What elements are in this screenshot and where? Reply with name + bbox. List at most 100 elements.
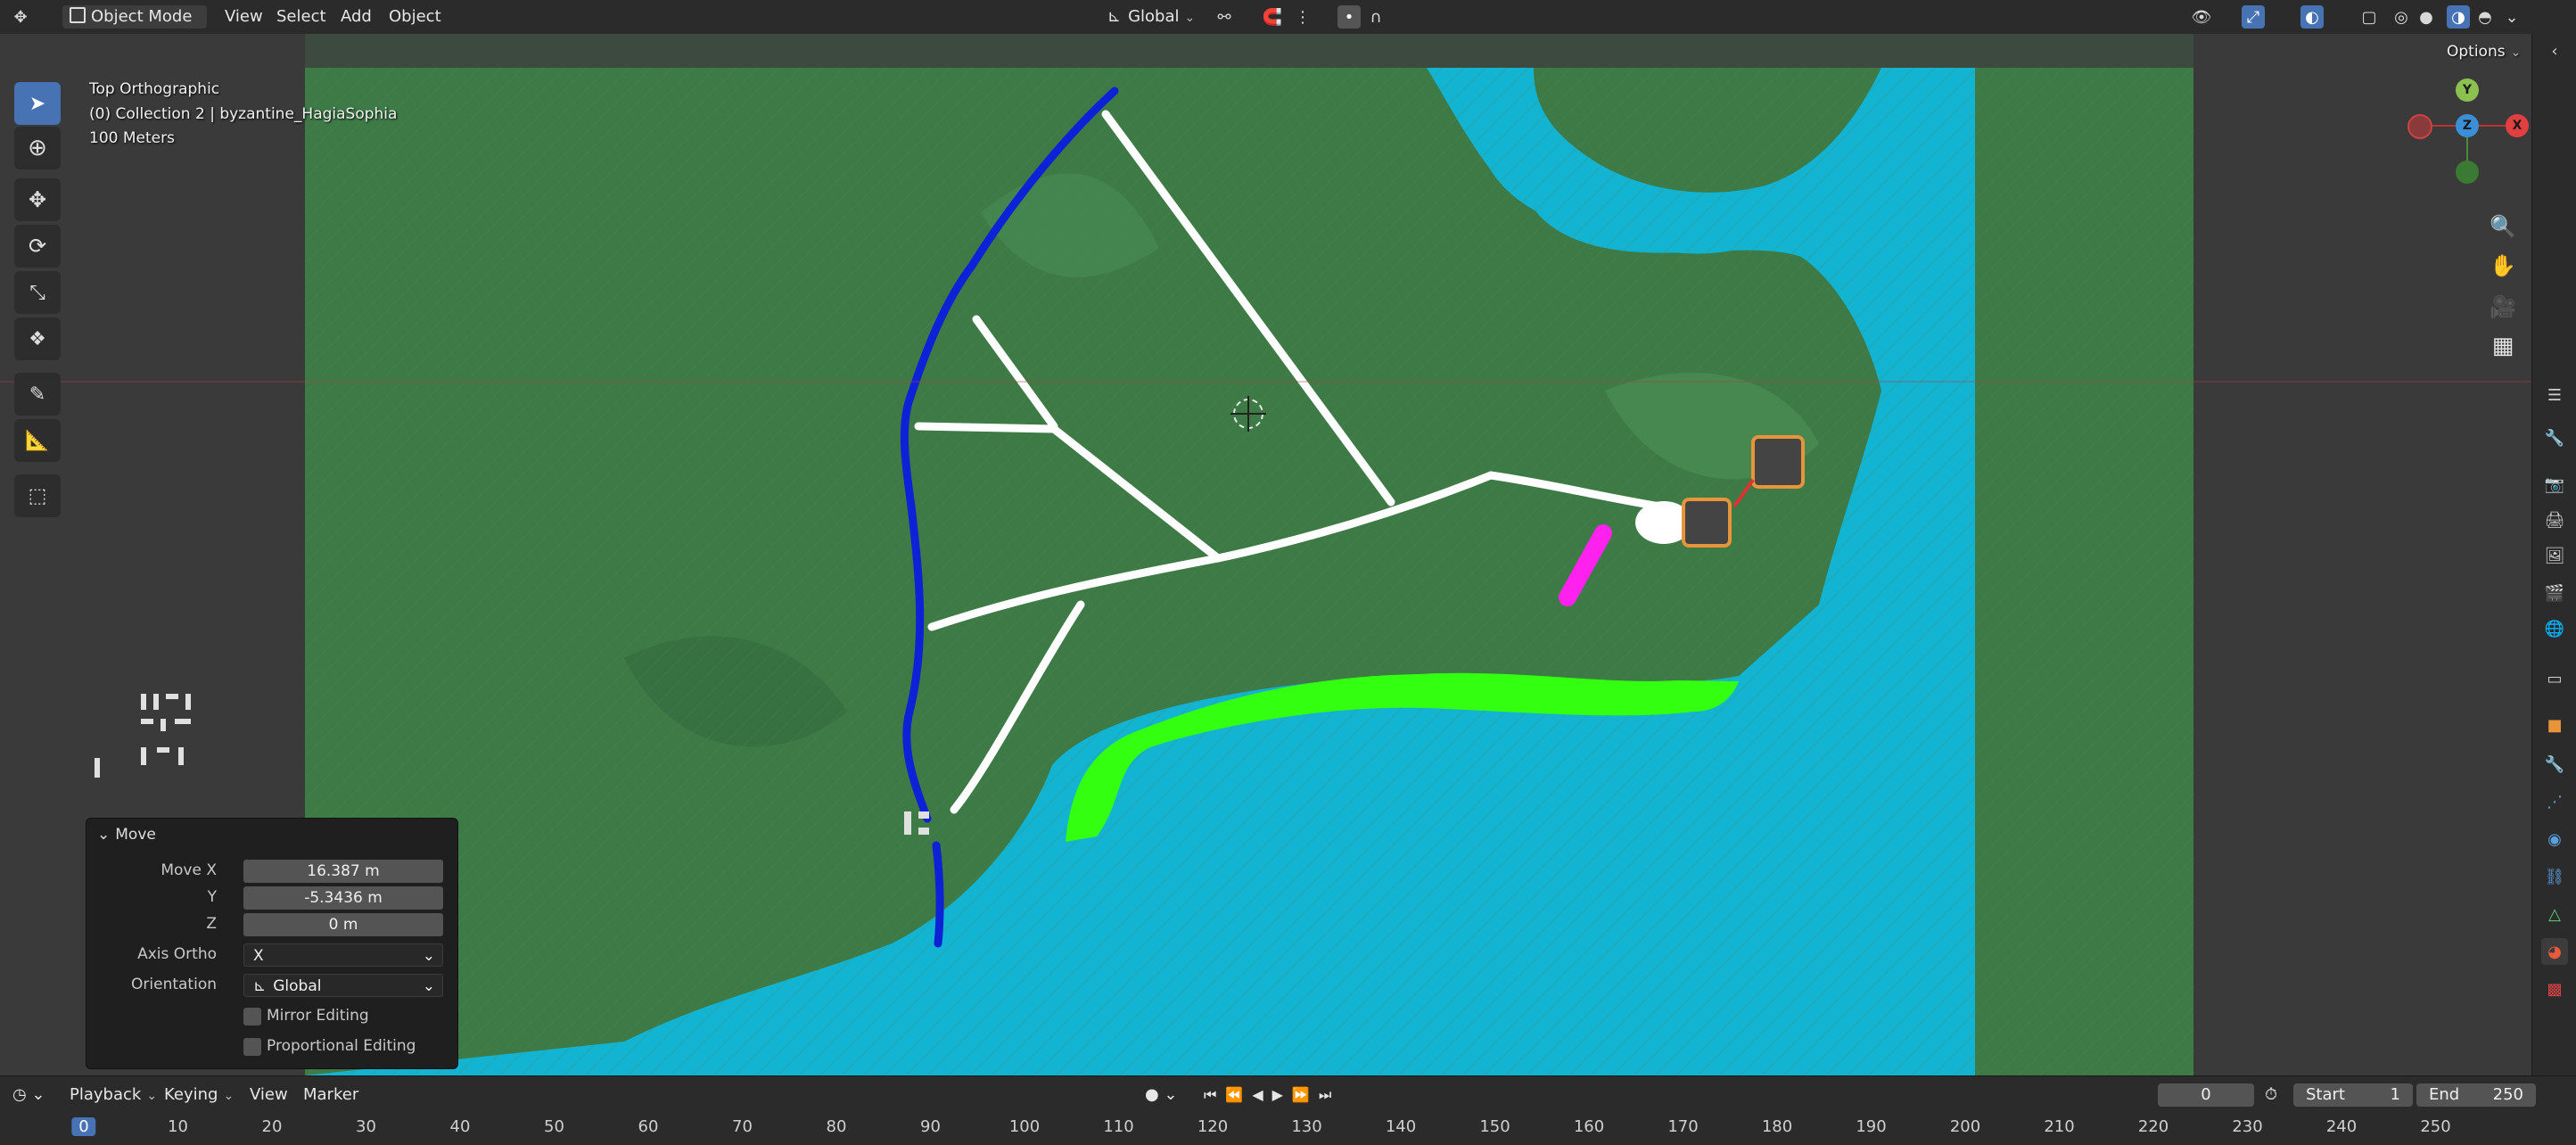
playback-label: Playback (70, 1085, 142, 1104)
options-dropdown[interactable]: Options ⌄ (2447, 43, 2521, 61)
navigation-gizmo[interactable]: Y Z X (2407, 78, 2531, 203)
move-operator-panel[interactable]: ⌄ Move Move X 16.387 m Y -5.3436 m Z 0 m … (86, 818, 458, 1069)
gizmo-toggle-icon[interactable]: ⤢ (2242, 5, 2265, 29)
cursor-tool-button[interactable]: ⊕ (14, 127, 61, 169)
texture-tab-icon[interactable]: ▩ (2541, 976, 2568, 1002)
collection-tab-icon[interactable]: ▭ (2541, 665, 2568, 692)
shading-options-icon[interactable]: ⌄ (2500, 5, 2523, 29)
render-tab-icon[interactable]: 📷 (2541, 471, 2568, 498)
frame-tick-label: 150 (1479, 1117, 1510, 1136)
menu-add[interactable]: Add (333, 5, 379, 29)
view-layer-tab-icon[interactable]: 🖼 (2541, 542, 2568, 569)
gizmo-neg-y-axis[interactable] (2456, 161, 2479, 184)
tool-tab-icon[interactable]: 🔧 (2541, 424, 2568, 451)
global-axes-icon: ⊾ (253, 977, 267, 995)
pivot-point-icon[interactable]: ⚯ (1213, 5, 1236, 29)
tool-settings-icon[interactable]: ☰ (2541, 382, 2568, 408)
output-tab-icon[interactable]: 🖨 (2541, 507, 2568, 533)
pan-button[interactable]: ✋ (2485, 248, 2521, 284)
move-tool-button[interactable]: ✥ (14, 178, 61, 221)
start-frame-field[interactable]: Start 1 (2293, 1083, 2413, 1107)
menu-view-timeline[interactable]: View (250, 1083, 288, 1107)
frame-tick-label: 10 (168, 1117, 188, 1136)
panel-header[interactable]: ⌄ Move (97, 826, 156, 844)
camera-view-button[interactable]: 🎥 (2485, 289, 2521, 325)
physics-tab-icon[interactable]: ◉ (2541, 826, 2568, 853)
snap-icon[interactable]: 🧲 (1261, 5, 1284, 29)
frame-ruler[interactable]: 0 10 20 30 40 50 60 70 80 90 100 110 120 130 140 150 160… (0, 1112, 2576, 1145)
menu-keying[interactable]: Keying ⌄ (164, 1083, 234, 1107)
rotate-tool-button[interactable]: ⟳ (14, 225, 61, 268)
measure-tool-button[interactable]: 📐 (14, 419, 61, 462)
cursor-arrow-icon: ➤ (29, 92, 46, 115)
data-tab-icon[interactable]: △ (2541, 901, 2568, 927)
timeline-editor-type-icon[interactable]: ◷ ⌄ (12, 1083, 45, 1107)
move-x-label: Move X (160, 861, 217, 879)
proportional-editing-icon[interactable]: • (1337, 5, 1361, 29)
frame-tick-label: 30 (356, 1117, 376, 1136)
view-name: Top Orthographic (89, 80, 220, 98)
modifiers-tab-icon[interactable]: 🔧 (2541, 751, 2568, 778)
ortho-toggle-button[interactable]: ▦ (2485, 328, 2521, 364)
playback-controls[interactable]: ⏮⏪◀▶⏩⏭ (1204, 1083, 1340, 1107)
gizmo-neg-x-axis[interactable] (2407, 114, 2432, 139)
axis-ortho-select[interactable]: X ⌄ (243, 943, 443, 967)
menu-marker[interactable]: Marker (303, 1083, 358, 1107)
collection-info: (0) Collection 2 | byzantine_HagiaSophia (89, 105, 398, 123)
proportional-editing-checkbox[interactable] (243, 1038, 261, 1056)
particles-tab-icon[interactable]: ⋰ (2541, 788, 2568, 815)
falloff-icon[interactable]: ∩ (1364, 5, 1387, 29)
object-tab-icon[interactable]: ■ (2541, 712, 2568, 738)
add-cube-tool-button[interactable]: ⬚ (14, 474, 61, 517)
chevron-down-icon: ⌄ (223, 1089, 235, 1103)
move-x-field[interactable]: 16.387 m (243, 860, 443, 883)
orientation-dropdown[interactable]: ⊾ Global ⌄ (1100, 5, 1207, 29)
current-frame-field[interactable]: 0 (2158, 1083, 2254, 1107)
material-tab-icon[interactable]: ◕ (2541, 938, 2568, 965)
properties-tab-strip: ‹ ☰ 🔧 📷 🖨 🖼 🎬 🌐 ▭ ■ 🔧 ⋰ ◉ ⛓ △ ◕ ▩ (2531, 34, 2576, 1075)
camera-icon: 🎥 (2490, 294, 2516, 319)
visibility-eye-icon[interactable]: 👁 (2190, 5, 2213, 29)
rendered-shading-icon[interactable]: ◓ (2473, 5, 2497, 29)
select-tool-button[interactable]: ➤ (14, 82, 61, 125)
xray-toggle-icon[interactable]: ▢ (2358, 5, 2381, 29)
constraints-tab-icon[interactable]: ⛓ (2541, 863, 2568, 890)
menu-select[interactable]: Select (269, 5, 333, 29)
scene-tab-icon[interactable]: 🎬 (2541, 580, 2568, 606)
wireframe-shading-icon[interactable]: ◎ (2390, 5, 2413, 29)
move-y-field[interactable]: -5.3436 m (243, 886, 443, 910)
object-mode-icon (70, 7, 86, 23)
frame-tick-label: 60 (638, 1117, 659, 1136)
scale-icon: ⤡ (29, 281, 45, 304)
overlays-toggle-icon[interactable]: ◐ (2300, 5, 2324, 29)
gizmo-y-axis[interactable]: Y (2456, 78, 2479, 102)
frame-tick-label: 80 (826, 1117, 847, 1136)
annotate-tool-button[interactable]: ✎ (14, 373, 61, 416)
axis-ortho-value: X (253, 947, 264, 965)
auto-keying-button[interactable]: ● ⌄ (1145, 1083, 1178, 1107)
collapse-arrow-icon[interactable]: ‹ (2541, 37, 2568, 64)
solid-shading-icon[interactable]: ● (2415, 5, 2438, 29)
menu-playback[interactable]: Playback ⌄ (70, 1083, 157, 1107)
editor-type-icon[interactable]: ✥ (9, 5, 32, 29)
transform-tool-button[interactable]: ❖ (14, 317, 61, 360)
orientation-select[interactable]: ⊾ Global ⌄ (243, 974, 443, 997)
menu-view[interactable]: View (218, 5, 270, 29)
world-tab-icon[interactable]: 🌐 (2541, 615, 2568, 642)
frame-tick-label: 220 (2137, 1117, 2169, 1136)
scale-tool-button[interactable]: ⤡ (14, 271, 61, 314)
snap-increment-icon[interactable]: ⋮ (1291, 5, 1314, 29)
gizmo-z-axis[interactable]: Z (2456, 114, 2479, 137)
zoom-button[interactable]: 🔍 (2485, 209, 2521, 244)
stopwatch-icon[interactable]: ⏱ (2265, 1083, 2277, 1107)
mode-dropdown[interactable]: Object Mode⌄ (62, 5, 207, 48)
material-shading-icon[interactable]: ◑ (2447, 5, 2470, 29)
crosshair-icon: ⊕ (28, 135, 47, 161)
mirror-editing-label: Mirror Editing (267, 1007, 369, 1025)
frame-tick-label: 190 (1856, 1117, 1887, 1136)
move-z-field[interactable]: 0 m (243, 913, 443, 936)
end-frame-field[interactable]: End 250 (2416, 1083, 2536, 1107)
gizmo-x-axis[interactable]: X (2506, 114, 2529, 137)
menu-object[interactable]: Object (382, 5, 449, 29)
mirror-editing-checkbox[interactable] (243, 1008, 261, 1026)
